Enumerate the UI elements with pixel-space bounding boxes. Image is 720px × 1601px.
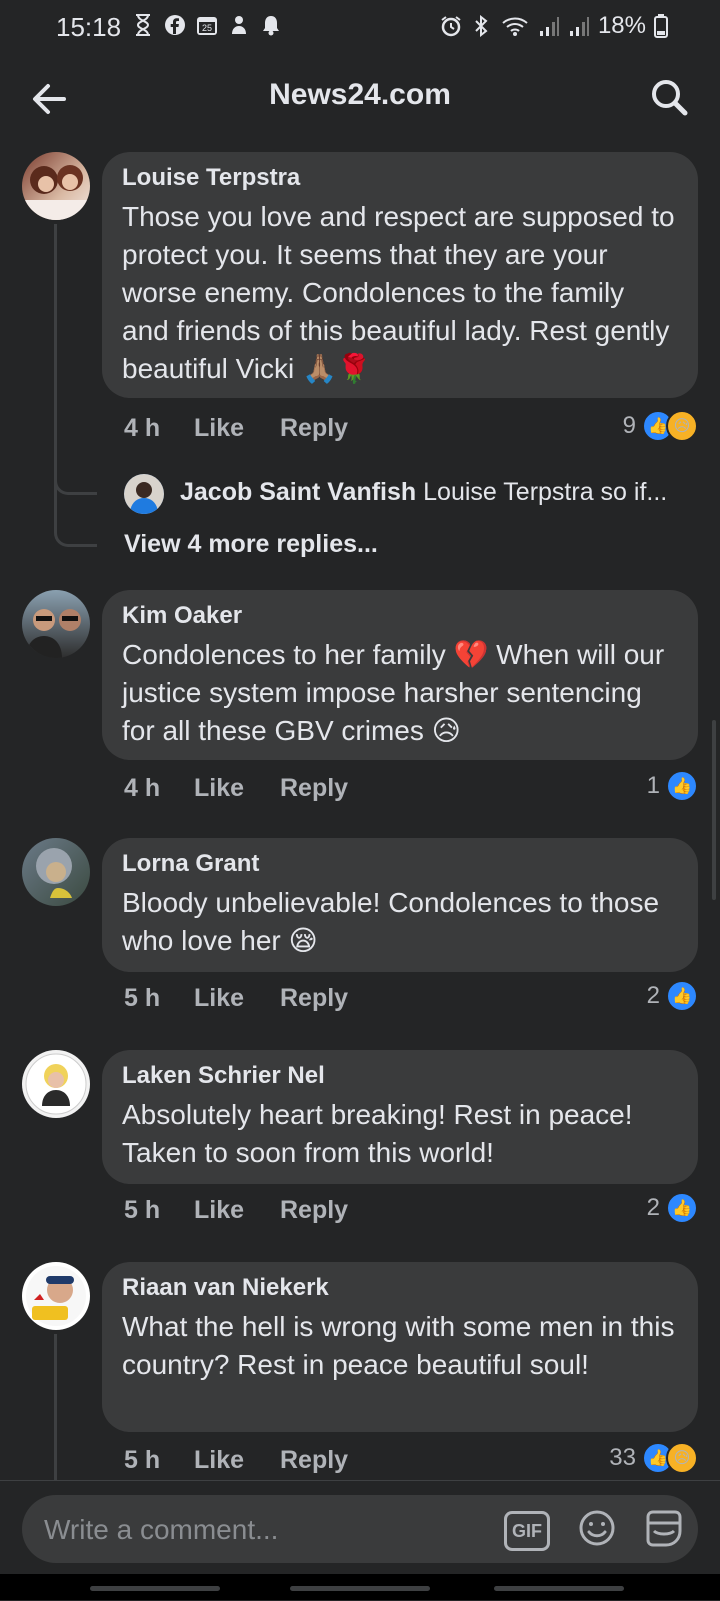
gif-button[interactable]: GIF (504, 1511, 550, 1551)
reaction-count[interactable]: 2 👍 (647, 980, 698, 1012)
reply-preview[interactable]: Jacob Saint Vanfish Louise Terpstra so i… (180, 478, 700, 507)
comment-text: Those you love and respect are supposed … (122, 201, 675, 384)
comment-text: Condolences to her family 💔 When will ou… (122, 639, 665, 746)
like-button[interactable]: Like (194, 1196, 244, 1225)
comment-bubble[interactable]: Lorna Grant Bloody unbelievable! Condole… (102, 838, 698, 972)
app-icon (228, 14, 250, 36)
comment-time: 5 h (124, 984, 161, 1012)
status-bar: 15:18 25 18% (0, 0, 720, 56)
like-button[interactable]: Like (194, 774, 244, 803)
sticker-icon[interactable] (642, 1507, 686, 1551)
reply-button[interactable]: Reply (280, 1446, 348, 1475)
comment-bubble[interactable]: Riaan van Niekerk What the hell is wrong… (102, 1262, 698, 1432)
like-button[interactable]: Like (194, 414, 244, 443)
status-time: 15:18 (56, 12, 122, 42)
comment-text: Absolutely heart breaking! Rest in peace… (122, 1099, 633, 1168)
avatar[interactable] (22, 1050, 90, 1118)
comment-author[interactable]: Lorna Grant (122, 850, 259, 878)
like-reaction-icon: 👍 (666, 980, 698, 1012)
bluetooth-icon (470, 15, 492, 37)
reaction-number: 1 (646, 772, 660, 799)
avatar[interactable] (22, 1262, 90, 1330)
battery-icon (654, 14, 668, 38)
bell-icon (260, 14, 282, 36)
calendar-icon: 25 (196, 14, 218, 36)
page-title: News24.com (269, 78, 451, 111)
thread-line (54, 1334, 57, 1480)
nav-back[interactable] (494, 1586, 624, 1591)
view-more-replies[interactable]: View 4 more replies... (124, 530, 378, 559)
reply-connector (54, 462, 97, 495)
signal-icon (538, 15, 560, 37)
comment-author[interactable]: Riaan van Niekerk (122, 1274, 329, 1302)
reaction-number: 2 (646, 982, 660, 1009)
like-reaction-icon: 👍 (666, 770, 698, 802)
notification-icons: 25 (132, 14, 282, 36)
emoji-icon[interactable] (578, 1509, 616, 1547)
scrollbar[interactable] (712, 720, 716, 900)
comment-author[interactable]: Laken Schrier Nel (122, 1062, 325, 1090)
calendar-day: 25 (202, 23, 212, 33)
comment-author[interactable]: Louise Terpstra (122, 164, 300, 192)
comment-bubble[interactable]: Louise Terpstra Those you love and respe… (102, 152, 698, 398)
reaction-number: 9 (622, 412, 636, 439)
comment-text: What the hell is wrong with some men in … (122, 1311, 675, 1380)
comment-bubble[interactable]: Kim Oaker Condolences to her family 💔 Wh… (102, 590, 698, 760)
reaction-count[interactable]: 2 👍 (647, 1192, 698, 1224)
reply-button[interactable]: Reply (280, 774, 348, 803)
alarm-icon (440, 15, 462, 37)
search-icon[interactable] (648, 76, 690, 118)
reply-text: Louise Terpstra so if... (423, 478, 668, 506)
reaction-count[interactable]: 9 👍 😥 (623, 410, 698, 442)
comment-time: 5 h (124, 1446, 161, 1474)
sad-reaction-icon: 😥 (666, 410, 698, 442)
comment-time: 4 h (124, 414, 161, 442)
comment-bubble[interactable]: Laken Schrier Nel Absolutely heart break… (102, 1050, 698, 1184)
facebook-icon (164, 14, 186, 36)
comment-input[interactable] (42, 1495, 466, 1565)
status-indicators: 18% (440, 12, 668, 40)
like-button[interactable]: Like (194, 984, 244, 1013)
comment-time: 5 h (124, 1196, 161, 1224)
battery-percent: 18% (597, 12, 646, 39)
like-button[interactable]: Like (194, 1446, 244, 1475)
nav-home[interactable] (290, 1586, 430, 1591)
reaction-count[interactable]: 1 👍 (647, 770, 698, 802)
reply-button[interactable]: Reply (280, 1196, 348, 1225)
reaction-count[interactable]: 33 👍 😥 (609, 1442, 698, 1474)
nav-recents[interactable] (90, 1586, 220, 1591)
reply-button[interactable]: Reply (280, 414, 348, 443)
comment-box[interactable]: GIF (22, 1495, 698, 1565)
like-reaction-icon: 👍 (666, 1192, 698, 1224)
app-header: News24.com (0, 56, 720, 140)
system-nav-bar (0, 1574, 720, 1600)
reaction-number: 2 (646, 1194, 660, 1221)
sad-reaction-icon: 😥 (666, 1442, 698, 1474)
avatar[interactable] (22, 590, 90, 658)
hourglass-icon (132, 14, 154, 36)
reply-author: Jacob Saint Vanfish (180, 478, 417, 506)
comment-author[interactable]: Kim Oaker (122, 602, 242, 630)
reply-connector (54, 514, 97, 547)
comment-text: Bloody unbelievable! Condolences to thos… (122, 887, 660, 956)
reply-button[interactable]: Reply (280, 984, 348, 1013)
reply-avatar[interactable] (124, 474, 164, 514)
wifi-icon (500, 15, 530, 37)
signal-icon-2 (568, 15, 590, 37)
comment-time: 4 h (124, 774, 161, 802)
avatar[interactable] (22, 838, 90, 906)
avatar[interactable] (22, 152, 90, 220)
reaction-number: 33 (609, 1444, 636, 1471)
